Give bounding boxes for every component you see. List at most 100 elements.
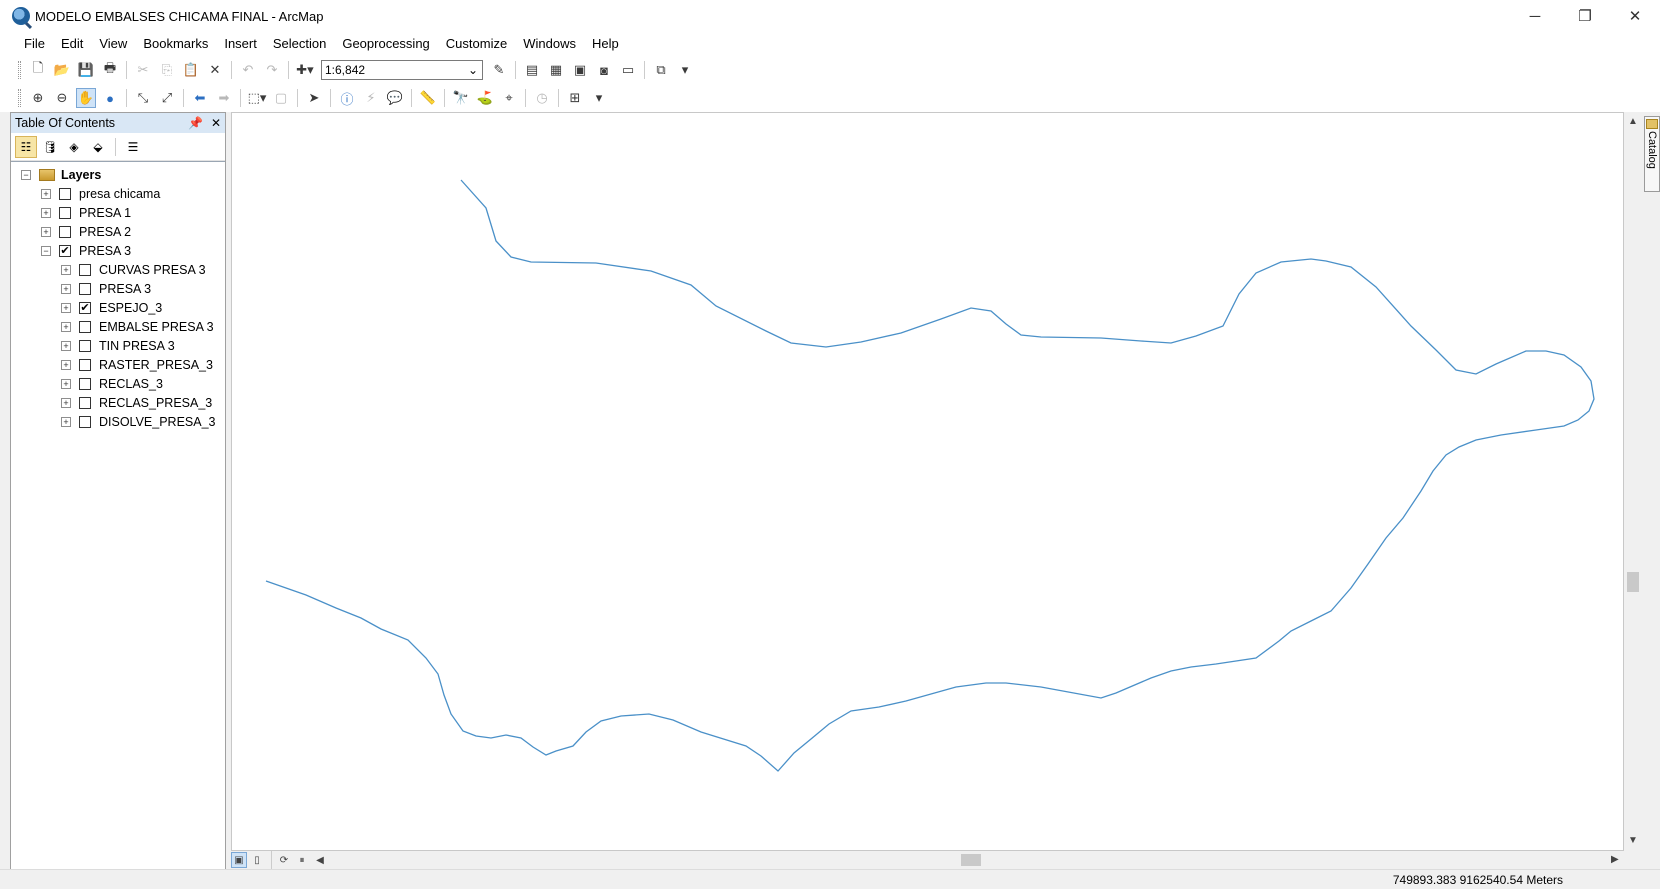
editor-toolbar-icon[interactable]: ✎ [489,60,509,80]
refresh-view-icon[interactable]: ⟳ [276,852,292,868]
redo-icon[interactable]: ↷ [262,60,282,80]
menu-edit[interactable]: Edit [53,33,91,55]
select-elements-icon[interactable]: ➤ [304,88,324,108]
restore-button[interactable]: ❐ [1560,0,1610,32]
sublayer-row[interactable]: + PRESA 3 [61,280,151,298]
table-of-contents-icon[interactable]: ▤ [522,60,542,80]
expand-icon[interactable]: + [41,208,51,218]
forward-extent-icon[interactable]: ➡ [214,88,234,108]
sublayer-row[interactable]: + ✔ ESPEJO_3 [61,299,162,317]
fixed-zoom-in-icon[interactable]: ⤡ [133,88,153,108]
expand-icon[interactable]: + [61,417,71,427]
layer-visibility-checkbox[interactable] [79,359,91,371]
data-view-icon[interactable]: ▣ [231,852,247,868]
scroll-up-icon[interactable]: ▲ [1628,116,1638,127]
menu-selection[interactable]: Selection [265,33,334,55]
layer-visibility-checkbox[interactable] [79,264,91,276]
sublayer-row[interactable]: + RASTER_PRESA_3 [61,356,213,374]
collapse-icon[interactable]: − [21,170,31,180]
add-data-icon[interactable]: ✚▾ [295,60,315,80]
sublayer-row[interactable]: + CURVAS PRESA 3 [61,261,206,279]
clear-selection-icon[interactable]: ▢ [271,88,291,108]
catalog-side-tab[interactable]: Catalog [1644,116,1660,192]
expand-icon[interactable]: + [61,284,71,294]
delete-icon[interactable]: ✕ [205,60,225,80]
layer-visibility-checkbox[interactable] [79,340,91,352]
list-by-visibility-icon[interactable]: ◈ [63,136,85,158]
pause-drawing-icon[interactable]: ⏸ [294,852,310,868]
full-extent-icon[interactable]: ● [100,88,120,108]
sublayer-row[interactable]: + EMBALSE PRESA 3 [61,318,214,336]
horizontal-scroll-thumb[interactable] [961,854,981,866]
zoom-in-icon[interactable]: ⊕ [28,88,48,108]
menu-insert[interactable]: Insert [216,33,265,55]
pan-icon[interactable]: ✋ [76,88,96,108]
toolbar-options-icon[interactable]: ▾ [675,60,695,80]
map-scale-combo[interactable]: 1:6,842 ⌄ [321,60,483,80]
layer-visibility-checkbox[interactable] [59,226,71,238]
layer-visibility-checkbox[interactable]: ✔ [59,245,71,257]
time-slider-icon[interactable]: ◷ [532,88,552,108]
layer-row[interactable]: + PRESA 1 [41,204,131,222]
find-route-icon[interactable]: ⛳ [475,88,495,108]
expand-icon[interactable]: + [41,227,51,237]
python-window-icon[interactable]: ▭ [618,60,638,80]
menu-view[interactable]: View [91,33,135,55]
layer-visibility-checkbox[interactable] [79,378,91,390]
create-viewer-window-icon[interactable]: ⊞ [565,88,585,108]
back-extent-icon[interactable]: ⬅ [190,88,210,108]
map-canvas[interactable] [232,113,1625,852]
scroll-down-icon[interactable]: ▼ [1628,835,1638,846]
sublayer-row[interactable]: + DISOLVE_PRESA_3 [61,413,216,431]
map-display[interactable] [231,112,1624,851]
close-button[interactable]: ✕ [1610,0,1660,32]
scroll-right-icon[interactable]: ▶ [1611,854,1619,865]
sublayer-row[interactable]: + TIN PRESA 3 [61,337,175,355]
menu-bookmarks[interactable]: Bookmarks [135,33,216,55]
catalog-window-icon[interactable]: ▦ [546,60,566,80]
undo-icon[interactable]: ↶ [238,60,258,80]
layer-visibility-checkbox[interactable] [79,283,91,295]
expand-icon[interactable]: + [61,360,71,370]
close-icon[interactable]: ✕ [211,116,221,130]
map-vertical-scrollbar[interactable]: ▲ ▼ [1624,112,1642,851]
cut-icon[interactable]: ✂ [133,60,153,80]
find-icon[interactable]: 🔭 [451,88,471,108]
collapse-icon[interactable]: − [41,246,51,256]
expand-icon[interactable]: + [41,189,51,199]
expand-icon[interactable]: + [61,303,71,313]
sublayer-row[interactable]: + RECLAS_PRESA_3 [61,394,212,412]
scroll-left-icon[interactable]: ◀ [312,852,328,868]
layers-root[interactable]: − Layers [21,166,101,184]
save-icon[interactable]: 💾 [76,60,96,80]
copy-icon[interactable]: ⎘ [157,60,177,80]
measure-icon[interactable]: 📏 [418,88,438,108]
menu-file[interactable]: File [16,33,53,55]
layer-row[interactable]: − ✔ PRESA 3 [41,242,131,260]
html-popup-icon[interactable]: 💬 [385,88,405,108]
list-by-drawing-order-icon[interactable]: ☷ [15,135,37,158]
layer-visibility-checkbox[interactable] [59,188,71,200]
minimize-button[interactable]: ─ [1510,0,1560,32]
expand-icon[interactable]: + [61,341,71,351]
arctoolbox-icon[interactable]: ◙ [594,60,614,80]
hyperlink-icon[interactable]: ⚡ [361,88,381,108]
menu-help[interactable]: Help [584,33,627,55]
menu-windows[interactable]: Windows [515,33,584,55]
expand-icon[interactable]: + [61,379,71,389]
sublayer-row[interactable]: + RECLAS_3 [61,375,163,393]
search-window-icon[interactable]: ▣ [570,60,590,80]
list-by-selection-icon[interactable]: ⬙ [87,136,109,158]
expand-icon[interactable]: + [61,322,71,332]
expand-icon[interactable]: + [61,398,71,408]
layer-visibility-checkbox[interactable] [79,397,91,409]
pin-icon[interactable]: 📌 [188,116,203,130]
go-to-xy-icon[interactable]: ⌖ [499,88,519,108]
identify-icon[interactable]: ⓘ [337,88,357,108]
toc-options-icon[interactable]: ☰ [122,136,144,158]
menu-geoprocessing[interactable]: Geoprocessing [334,33,437,55]
layer-visibility-checkbox[interactable]: ✔ [79,302,91,314]
layer-row[interactable]: + presa chicama [41,185,160,203]
toolbar-grip[interactable] [18,61,21,79]
fixed-zoom-out-icon[interactable]: ⤢ [157,88,177,108]
